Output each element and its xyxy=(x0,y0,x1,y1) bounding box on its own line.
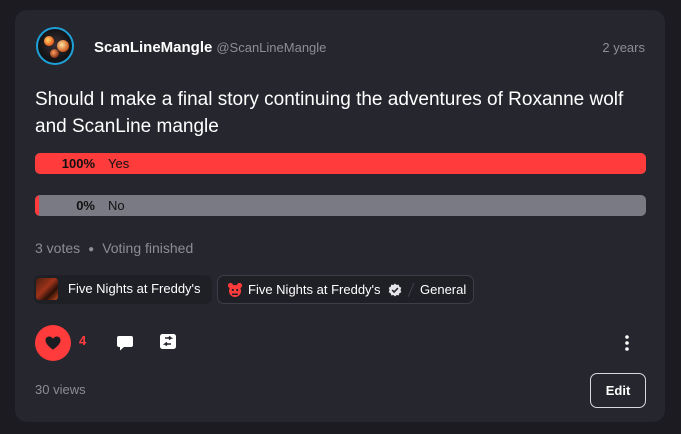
separator-dot: ● xyxy=(88,243,95,255)
avatar[interactable] xyxy=(36,27,74,65)
like-button[interactable] xyxy=(35,325,71,361)
verified-badge-icon xyxy=(388,283,402,297)
tag-label: Five Nights at Freddy's xyxy=(68,281,201,296)
post-title: Should I make a final story continuing t… xyxy=(35,89,624,137)
post-card: ScanLineMangle @ScanLineMangle 2 years Sh… xyxy=(15,10,665,422)
author-display-name[interactable]: ScanLineMangle xyxy=(94,39,212,56)
tag-fnaf[interactable]: Five Nights at Freddy's xyxy=(34,275,212,304)
view-count: 30 views xyxy=(35,382,86,397)
heart-icon xyxy=(45,336,61,350)
more-options-icon[interactable] xyxy=(621,333,633,353)
poll-meta: 3 votes ● Voting finished xyxy=(35,240,193,256)
tag-sub-label: General xyxy=(420,282,467,297)
freddy-bear-icon xyxy=(227,282,243,297)
tag-divider xyxy=(407,282,415,298)
poll-percent: 0% xyxy=(76,198,95,213)
poll-option-label: No xyxy=(108,198,125,213)
vote-count: 3 votes xyxy=(35,240,81,256)
post-time: 2 years xyxy=(602,40,645,55)
author-handle: @ScanLineMangle xyxy=(216,40,327,55)
edit-button[interactable]: Edit xyxy=(590,373,646,408)
repost-icon[interactable] xyxy=(159,333,177,351)
voting-status: Voting finished xyxy=(102,240,194,256)
tag-fnaf-general[interactable]: Five Nights at Freddy's General xyxy=(217,275,474,304)
poll-option-no: 0% No xyxy=(35,195,646,216)
poll-percent: 100% xyxy=(61,156,95,171)
poll-option-yes: 100% Yes xyxy=(35,153,646,174)
poll-option-label: Yes xyxy=(108,156,130,171)
author-name[interactable]: ScanLineMangle @ScanLineMangle xyxy=(94,39,326,56)
fnaf-thumbnail-icon xyxy=(36,278,58,300)
comment-icon[interactable] xyxy=(116,334,134,352)
tag-label: Five Nights at Freddy's xyxy=(248,282,381,297)
like-count: 4 xyxy=(79,333,87,348)
